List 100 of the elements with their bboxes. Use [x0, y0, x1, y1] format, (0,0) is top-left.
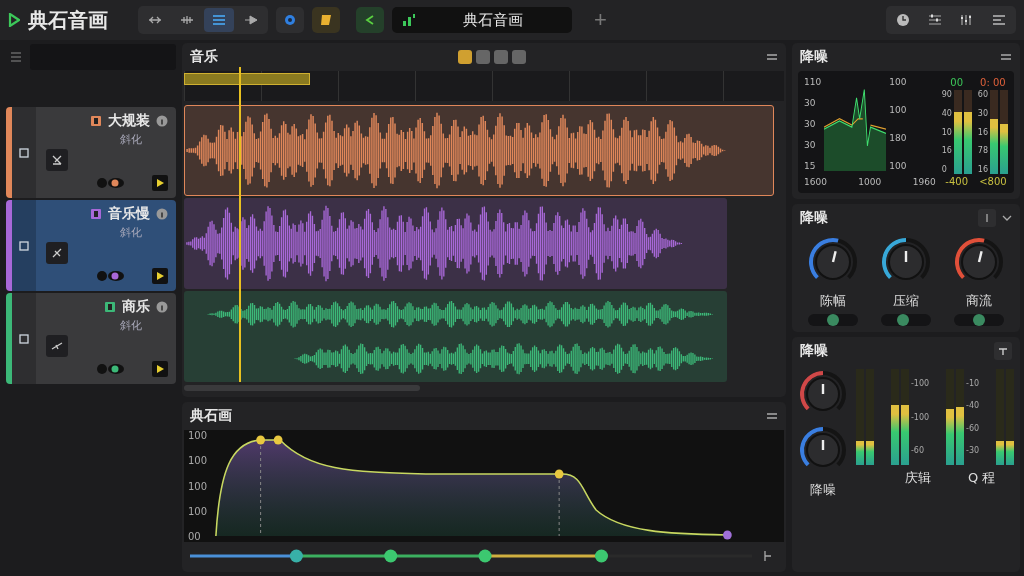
list-view-button[interactable] — [204, 8, 234, 32]
track-subtitle: 斜化 — [119, 317, 143, 334]
menu-icon[interactable] — [1000, 52, 1012, 62]
track-name: 音乐慢 — [108, 205, 150, 224]
track-subtitle: 斜化 — [119, 131, 143, 148]
meter-label: Q 程 — [967, 469, 996, 487]
toggle-icon[interactable] — [96, 176, 126, 189]
slider-thumb[interactable] — [826, 314, 839, 326]
axis-label: 00 — [188, 531, 202, 542]
play-icon[interactable] — [8, 13, 20, 27]
axis-label: 1000 — [858, 177, 882, 187]
clock-icon — [896, 13, 910, 27]
track-subtitle: 斜化 — [119, 224, 143, 241]
scale-label: -10 — [966, 379, 980, 388]
clip-tool-button[interactable] — [494, 50, 508, 64]
scale-label: -100 — [910, 412, 930, 422]
axis-label: 100 — [188, 480, 209, 492]
knob-label: 压缩 — [893, 292, 919, 310]
info-icon[interactable] — [156, 301, 168, 314]
track-name: 大规装 — [108, 112, 150, 131]
gear-icon — [283, 13, 297, 27]
eq-icon — [992, 14, 1006, 26]
scale-label: 90 — [941, 90, 952, 99]
scale-label: -60 — [910, 446, 925, 455]
slider-thumb[interactable] — [897, 314, 910, 326]
track-header[interactable]: 大规装 斜化 — [6, 107, 176, 198]
checkbox-icon[interactable] — [19, 147, 29, 158]
panel-title: 降噪 — [800, 342, 828, 360]
back-button[interactable] — [356, 7, 384, 33]
knob-label: 陈幅 — [819, 292, 846, 310]
scale-label: 0 — [941, 165, 948, 174]
panel-title: 降噪 — [800, 209, 828, 227]
axis-label: 1600 — [804, 177, 827, 187]
meter-reading: 00 — [950, 77, 964, 88]
audio-clip[interactable] — [184, 291, 727, 382]
playhead[interactable] — [239, 67, 242, 382]
instrument-icon[interactable] — [46, 335, 68, 357]
meter-label: 庆辑 — [904, 469, 931, 487]
axis-label: 180 — [889, 133, 907, 143]
checkbox-icon[interactable] — [19, 240, 29, 251]
menu-icon[interactable] — [766, 52, 778, 62]
scale-label: -100 — [910, 379, 930, 388]
trim-icon — [180, 14, 194, 26]
instrument-icon[interactable] — [46, 242, 68, 264]
axis-label: 100 — [889, 77, 907, 87]
scale-label: 78 — [977, 146, 988, 156]
slider-track[interactable] — [807, 314, 858, 326]
slider-track[interactable] — [954, 314, 1005, 326]
instrument-icon[interactable] — [46, 149, 68, 171]
audio-clip[interactable] — [184, 198, 727, 289]
forward-icon — [244, 14, 258, 26]
meter-reading: -400 — [945, 176, 969, 187]
bypass-button[interactable] — [978, 209, 996, 227]
project-tab[interactable]: 典石音画 — [392, 7, 572, 33]
time-ruler[interactable] — [184, 71, 784, 101]
info-icon[interactable] — [156, 208, 168, 221]
axis-label: 100 — [889, 161, 907, 171]
clip-tool-button[interactable] — [476, 50, 490, 64]
note-button[interactable] — [312, 7, 340, 33]
axis-label: 30 — [804, 98, 817, 108]
toggle-icon[interactable] — [96, 362, 126, 375]
clip-tool-button[interactable] — [458, 50, 472, 64]
mixer-icon — [960, 14, 974, 26]
pin-icon — [998, 346, 1008, 356]
list-icon — [212, 14, 226, 26]
app-title: 典石音画 — [28, 6, 108, 34]
audio-clip[interactable] — [184, 105, 774, 196]
track-header[interactable]: 音乐慢 斜化 — [6, 200, 176, 291]
slider-thumb[interactable] — [973, 314, 986, 326]
info-icon[interactable] — [156, 115, 168, 128]
axis-label: 100 — [188, 455, 209, 467]
panel-title: 降噪 — [800, 48, 828, 66]
slider-track[interactable] — [881, 314, 931, 326]
track-header[interactable]: 商乐 斜化 — [6, 293, 176, 384]
add-tab-button[interactable]: + — [588, 7, 613, 33]
scale-label: 16 — [977, 127, 988, 137]
checkbox-icon[interactable] — [19, 333, 29, 344]
pin-button[interactable] — [994, 342, 1012, 360]
gear-button[interactable] — [276, 7, 304, 33]
scale-label: 40 — [941, 108, 952, 118]
clip-tool-button[interactable] — [512, 50, 526, 64]
toggle-icon[interactable] — [96, 269, 126, 282]
cursor-icon[interactable] — [762, 550, 774, 562]
axis-label: 100 — [188, 430, 209, 441]
axis-label: 30 — [804, 119, 817, 129]
menu-icon[interactable] — [766, 411, 778, 421]
scale-label: -60 — [966, 423, 980, 433]
bar-icon — [984, 213, 990, 223]
level-bars-icon — [402, 14, 416, 26]
scale-label: 60 — [977, 90, 988, 99]
chevron-icon[interactable] — [1002, 214, 1012, 222]
automation-lane-drawing[interactable] — [190, 548, 752, 564]
axis-label: 30 — [804, 140, 817, 150]
scale-label: 16 — [941, 146, 952, 156]
scale-label: 30 — [977, 108, 988, 118]
knob-label: 商流 — [966, 292, 993, 310]
axis-label: 15 — [804, 161, 817, 171]
scale-label: -40 — [966, 401, 980, 411]
scale-label: -30 — [966, 446, 980, 455]
meter-reading: 0: 00 — [980, 77, 1006, 88]
